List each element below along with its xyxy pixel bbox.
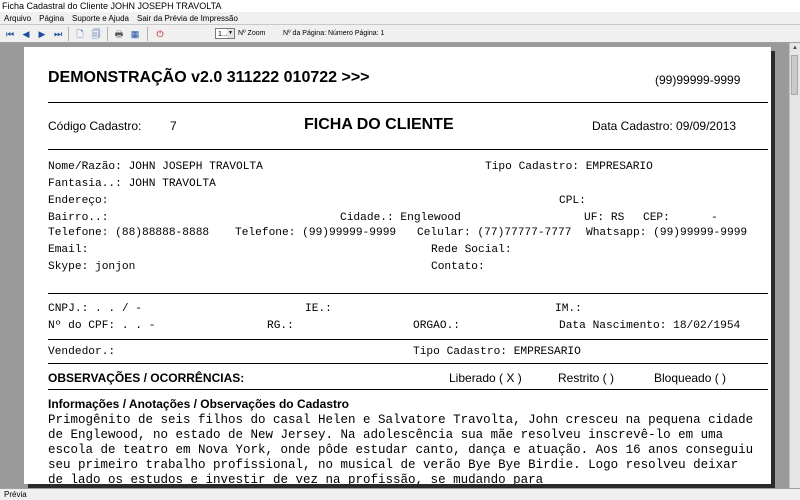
scroll-up-icon[interactable]: ▲ (790, 43, 800, 53)
endereco-field: Endereço: (48, 195, 109, 207)
export-icon[interactable]: ▦ (129, 28, 141, 40)
telefone2-field: Telefone: (99)99999-9999 (235, 227, 397, 239)
nome-field: Nome/Razão: JOHN JOSEPH TRAVOLTA (48, 161, 263, 173)
info-text: Primogênito de seis filhos do casal Hele… (48, 413, 754, 484)
divider (48, 102, 768, 103)
vertical-scrollbar[interactable]: ▲ (789, 43, 800, 488)
toolbar-separator (147, 27, 148, 41)
rg-field: RG.: (267, 320, 294, 332)
window-title: Ficha Cadastral do Cliente JOHN JOSEPH T… (0, 0, 800, 12)
divider (48, 339, 768, 340)
contato-field: Contato: (431, 261, 485, 273)
report-page: DEMONSTRAÇÃO v2.0 311222 010722 >>> (99)… (24, 47, 771, 484)
data-cadastro: Data Cadastro: 09/09/2013 (592, 119, 737, 133)
data-nascimento-field: Data Nascimento: 18/02/1954 (559, 320, 741, 332)
tipo-cadastro-2-field: Tipo Cadastro: EMPRESARIO (413, 346, 581, 358)
toolbar: ⏮ ◀ ▶ ⏭ 🗋 🗐 🖶 ▦ ⏻ 1... ▼ Nº Zoom Nº da P… (0, 25, 800, 43)
scroll-thumb[interactable] (791, 55, 798, 95)
zoom-select[interactable]: 1... ▼ (215, 28, 235, 39)
cidade-field: Cidade.: Englewood (340, 212, 461, 224)
cpf-field: Nº do CPF: . . - (48, 320, 156, 332)
fantasia-field: Fantasia..: JOHN TRAVOLTA (48, 178, 216, 190)
email-field: Email: (48, 244, 89, 256)
toolbar-separator (107, 27, 108, 41)
bloqueado-status: Bloqueado ( ) (654, 371, 727, 385)
ie-field: IE.: (305, 303, 332, 315)
close-preview-icon[interactable]: ⏻ (154, 28, 166, 40)
menu-sair[interactable]: Sair da Prévia de Impressão (133, 12, 242, 25)
divider (48, 363, 768, 364)
cep-field: CEP: (643, 212, 670, 224)
chevron-down-icon[interactable]: ▼ (227, 29, 234, 38)
celular-field: Celular: (77)77777-7777 (417, 227, 572, 239)
menu-bar: Arquivo Página Suporte e Ajuda Sair da Prév… (0, 12, 800, 25)
im-field: IM.: (555, 303, 582, 315)
tipo-cadastro-field: Tipo Cadastro: EMPRESARIO (485, 161, 653, 173)
codigo-value: 7 (170, 119, 177, 133)
zoom-label: Nº Zoom (238, 30, 266, 37)
divider (48, 149, 768, 150)
preview-viewport: DEMONSTRAÇÃO v2.0 311222 010722 >>> (99)… (0, 43, 800, 488)
info-title: Informações / Anotações / Observações do… (48, 397, 349, 411)
first-page-icon[interactable]: ⏮ (4, 28, 16, 40)
menu-pagina[interactable]: Página (35, 12, 68, 25)
cep-value: - (711, 212, 718, 224)
toolbar-separator (68, 27, 69, 41)
observacoes-title: OBSERVAÇÕES / OCORRÊNCIAS: (48, 371, 245, 385)
page-number-label: Nº da Página: Número Página: 1 (283, 30, 385, 37)
next-page-icon[interactable]: ▶ (36, 28, 48, 40)
report-header-title: DEMONSTRAÇÃO v2.0 311222 010722 >>> (48, 69, 370, 86)
print-icon[interactable]: 🖶 (113, 28, 125, 40)
menu-arquivo[interactable]: Arquivo (0, 12, 35, 25)
menu-suporte[interactable]: Suporte e Ajuda (68, 12, 133, 25)
single-page-icon[interactable]: 🗋 (74, 28, 86, 40)
multi-page-icon[interactable]: 🗐 (90, 28, 102, 40)
bairro-field: Bairro..: (48, 212, 109, 224)
skype-field: Skype: jonjon (48, 261, 136, 273)
cpl-field: CPL: (559, 195, 586, 207)
codigo-label: Código Cadastro: (48, 119, 142, 133)
ficha-title: FICHA DO CLIENTE (304, 116, 454, 133)
cnpj-field: CNPJ.: . . / - (48, 303, 142, 315)
divider (48, 389, 768, 390)
report-header-phone: (99)99999-9999 (655, 73, 741, 87)
last-page-icon[interactable]: ⏭ (52, 28, 64, 40)
vendedor-field: Vendedor.: (48, 346, 116, 358)
divider (48, 293, 768, 294)
orgao-field: ORGAO.: (413, 320, 460, 332)
prev-page-icon[interactable]: ◀ (20, 28, 32, 40)
whatsapp-field: Whatsapp: (99)99999-9999 (586, 227, 748, 239)
telefone1-field: Telefone: (88)88888-8888 (48, 227, 210, 239)
liberado-status: Liberado ( X ) (449, 371, 522, 385)
status-bar: Prévia (0, 488, 800, 500)
uf-field: UF: RS (584, 212, 625, 224)
rede-social-field: Rede Social: (431, 244, 512, 256)
restrito-status: Restrito ( ) (558, 371, 615, 385)
